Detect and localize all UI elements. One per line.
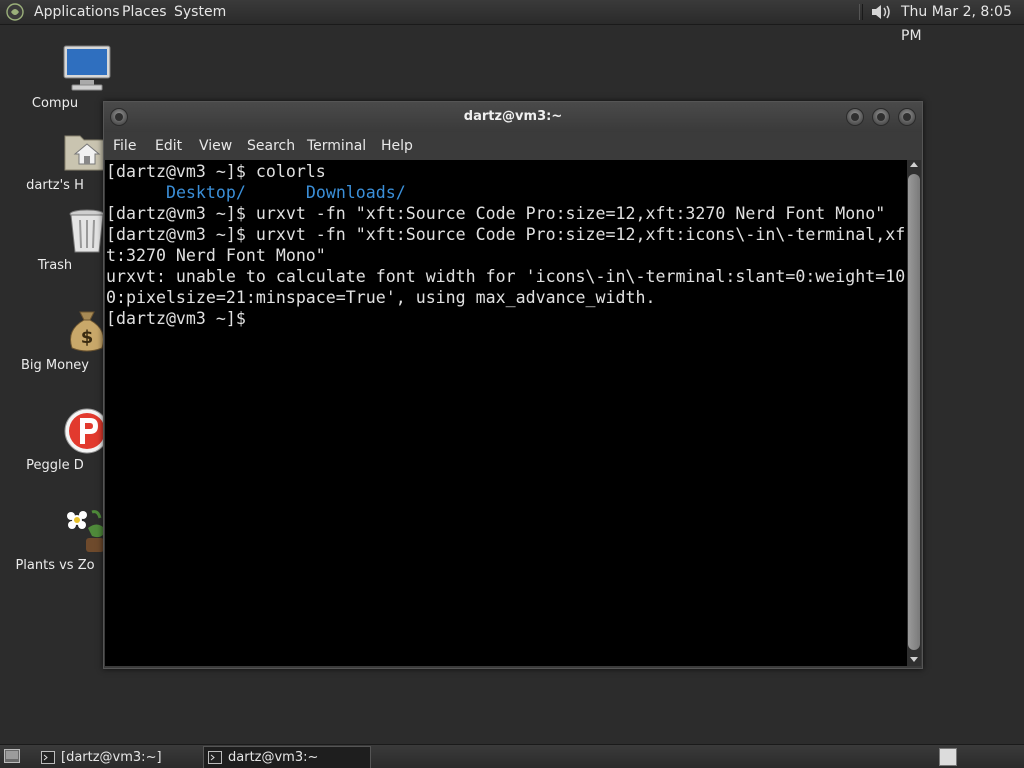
terminal-menubar: File Edit View Search Terminal Help xyxy=(104,132,922,160)
taskbar-item-label: dartz@vm3:~ xyxy=(228,750,319,765)
scroll-up-arrow-icon[interactable] xyxy=(910,162,918,167)
desktop-icon-computer[interactable]: Compu xyxy=(0,44,111,116)
workspace-switcher[interactable] xyxy=(939,748,957,766)
desktop-icon-label: Compu xyxy=(31,96,79,111)
svg-text:$: $ xyxy=(81,327,94,348)
desktop-icon-label: Peggle D xyxy=(26,458,84,473)
desktop-icon-label: Trash xyxy=(37,258,73,273)
dir-entry: Downloads/ xyxy=(305,183,406,202)
menu-help[interactable]: Help xyxy=(381,132,413,160)
taskbar-item-active[interactable]: dartz@vm3:~ xyxy=(203,746,371,768)
terminal-line: t:3270 Nerd Font Mono" xyxy=(106,246,326,265)
maximize-button[interactable] xyxy=(872,108,890,126)
terminal-line: [dartz@vm3 ~]$ urxvt -fn "xft:Source Cod… xyxy=(106,225,906,244)
menu-search[interactable]: Search xyxy=(247,132,295,160)
menu-places[interactable]: Places xyxy=(122,0,167,24)
desktop-icon-peggle[interactable]: Peggle D xyxy=(0,406,110,478)
terminal-output[interactable]: [dartz@vm3 ~]$ colorls Desktop/ Download… xyxy=(105,160,907,666)
terminal-line: [dartz@vm3 ~]$ colorls xyxy=(106,162,326,181)
terminal-scrollbar[interactable] xyxy=(907,160,921,666)
scrollbar-thumb[interactable] xyxy=(908,174,920,650)
desktop-icon-plants-vs-zombies[interactable]: Plants vs Zo xyxy=(0,506,110,578)
desktop: Applications Places System Thu Mar 2, 8:… xyxy=(0,0,1024,768)
window-title: dartz@vm3:~ xyxy=(463,109,563,124)
scroll-down-arrow-icon[interactable] xyxy=(910,657,918,662)
terminal-line: [dartz@vm3 ~]$ urxvt -fn "xft:Source Cod… xyxy=(106,204,886,223)
bottom-panel: [dartz@vm3:~] dartz@vm3:~ xyxy=(0,744,1024,768)
panel-separator xyxy=(859,4,863,20)
minimize-button[interactable] xyxy=(846,108,864,126)
menu-terminal[interactable]: Terminal xyxy=(307,132,366,160)
menu-view[interactable]: View xyxy=(199,132,232,160)
terminal-window: dartz@vm3:~ File Edit View Search Termin… xyxy=(103,101,923,669)
desktop-icon-trash[interactable]: Trash xyxy=(0,206,110,278)
desktop-icon-home[interactable]: dartz's H xyxy=(0,126,110,198)
dir-entry: Desktop/ xyxy=(165,183,246,202)
top-panel: Applications Places System Thu Mar 2, 8:… xyxy=(0,0,1024,44)
close-button[interactable] xyxy=(898,108,916,126)
clock[interactable]: Thu Mar 2, 8:05 PM xyxy=(901,0,1024,44)
computer-icon xyxy=(63,45,111,91)
volume-icon[interactable] xyxy=(869,2,893,22)
terminal-line: urxvt: unable to calculate font width fo… xyxy=(106,267,906,286)
terminal-line-dirs: Desktop/ Downloads/ xyxy=(106,183,406,202)
window-titlebar[interactable]: dartz@vm3:~ xyxy=(104,102,922,132)
taskbar-item-label: [dartz@vm3:~] xyxy=(61,750,162,765)
terminal-line: 0:pixelsize=21:minspace=True', using max… xyxy=(106,288,656,307)
menu-file[interactable]: File xyxy=(113,132,136,160)
taskbar-item[interactable]: [dartz@vm3:~] xyxy=(36,746,198,768)
show-desktop-icon[interactable] xyxy=(4,749,20,763)
desktop-icon-label: Big Money xyxy=(20,358,89,373)
terminal-text: [dartz@vm3 ~]$ colorls Desktop/ Download… xyxy=(106,161,905,329)
desktop-icon-label: dartz's H xyxy=(26,178,84,193)
desktop-icon-label: Plants vs Zo xyxy=(15,558,95,573)
terminal-icon xyxy=(41,751,55,764)
menu-edit[interactable]: Edit xyxy=(155,132,182,160)
terminal-prompt: [dartz@vm3 ~]$ xyxy=(106,309,256,328)
menu-system[interactable]: System xyxy=(174,0,226,24)
terminal-icon xyxy=(208,751,222,764)
distro-logo-icon[interactable] xyxy=(6,3,24,21)
desktop-icon-big-money[interactable]: $ Big Money xyxy=(0,306,110,378)
menu-applications[interactable]: Applications xyxy=(34,0,120,24)
